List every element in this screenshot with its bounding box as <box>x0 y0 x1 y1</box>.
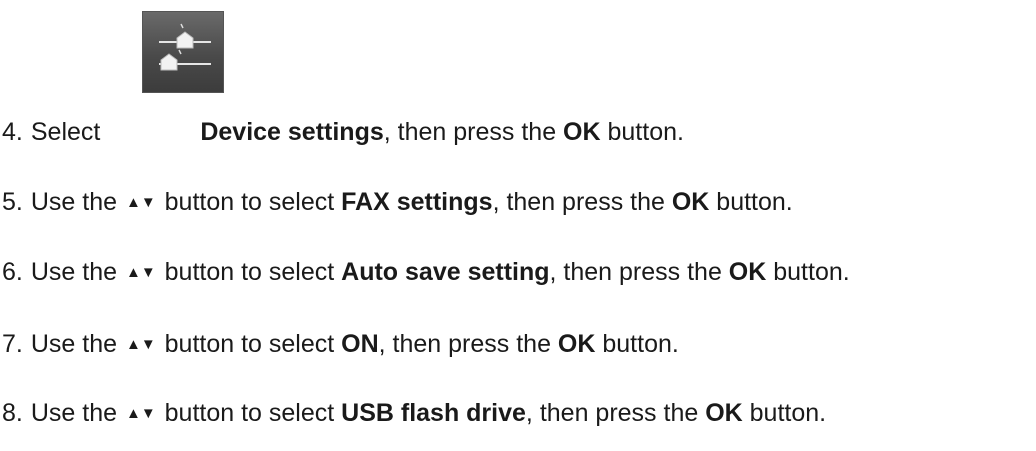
step-text: button to select <box>157 330 342 358</box>
step-text: , then press the <box>378 330 558 358</box>
up-down-arrows-icon: ▲▼ <box>125 336 156 353</box>
device-settings-icon <box>142 11 224 93</box>
ok-button-label: OK <box>728 258 767 286</box>
step-4: 4. Select Device settings, then press the … <box>2 117 684 147</box>
step-5: 5. Use the ▲▼ button to select FAX settin… <box>2 187 793 218</box>
setting-name: USB flash drive <box>341 399 526 427</box>
setting-name: FAX settings <box>341 188 493 216</box>
step-text: button to select <box>157 399 342 427</box>
up-down-arrows-icon: ▲▼ <box>125 194 156 211</box>
setting-name: Device settings <box>200 118 384 146</box>
step-text: , then press the <box>549 258 729 286</box>
step-text: Use the <box>30 258 118 286</box>
setting-name: ON <box>341 330 379 358</box>
step-text: Use the <box>30 399 118 427</box>
step-7: 7. Use the ▲▼ button to select ON, then p… <box>2 329 679 360</box>
step-text: Use the <box>30 330 118 358</box>
ok-button-label: OK <box>671 188 710 216</box>
step-number: 5. <box>2 188 23 216</box>
step-text: , then press the <box>525 399 706 427</box>
ok-button-label: OK <box>563 118 601 146</box>
step-number: 6. <box>2 258 23 286</box>
up-down-arrows-icon: ▲▼ <box>125 405 156 422</box>
step-text: Use the <box>30 188 118 216</box>
step-text: button to select <box>157 258 342 286</box>
ok-button-label: OK <box>557 330 596 358</box>
step-text: button. <box>742 399 827 427</box>
step-text: button. <box>595 330 679 358</box>
up-down-arrows-icon: ▲▼ <box>125 264 156 281</box>
setting-name: Auto save setting <box>341 258 550 286</box>
step-text: button to select <box>157 188 342 216</box>
step-text: Select <box>30 118 101 146</box>
step-text: button. <box>766 258 850 286</box>
step-number: 4. <box>2 118 23 146</box>
step-number: 8. <box>2 399 23 427</box>
step-number: 7. <box>2 330 23 358</box>
step-text: , then press the <box>383 118 564 146</box>
step-text: button. <box>709 188 793 216</box>
step-text: , then press the <box>492 188 672 216</box>
step-8: 8. Use the ▲▼ button to select USB flash … <box>2 398 826 429</box>
step-6: 6. Use the ▲▼ button to select Auto save … <box>2 257 850 288</box>
ok-button-label: OK <box>705 399 743 427</box>
step-text: button. <box>600 118 684 146</box>
